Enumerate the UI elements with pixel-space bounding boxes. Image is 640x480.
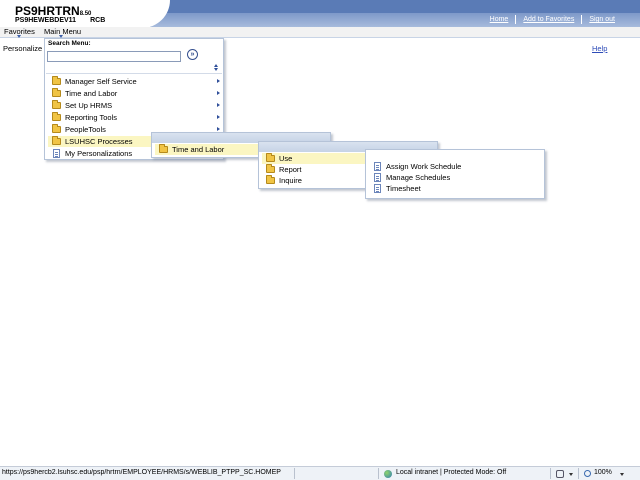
document-icon: [374, 173, 381, 182]
folder-icon: [52, 124, 61, 133]
search-menu-label: Search Menu:: [48, 40, 91, 47]
header-links: Home Add to Favorites Sign out: [483, 15, 622, 24]
chevron-down-icon[interactable]: [569, 473, 573, 476]
header-band: [128, 0, 640, 13]
menu-bar: Favorites Main Menu: [0, 27, 640, 38]
home-link[interactable]: Home: [483, 15, 516, 24]
menu-item-label: Use: [279, 154, 293, 163]
database-name: PS9HEWEBDEV11: [15, 17, 77, 24]
menu-item-my-personalizations[interactable]: My Personalizations: [48, 148, 152, 159]
document-icon: [53, 149, 60, 158]
menu-item-label: Time and Labor: [65, 89, 118, 98]
menu-item-timesheet[interactable]: Timesheet: [369, 183, 539, 194]
menu-item-lsuhsc-time-and-labor[interactable]: Time and Labor: [155, 144, 259, 155]
submenu-arrow-icon: [217, 91, 220, 95]
menu-item-label: Reporting Tools: [65, 113, 117, 122]
add-to-favorites-link[interactable]: Add to Favorites: [515, 15, 581, 24]
status-divider: [550, 468, 551, 479]
browser-window: PS9HRTRN8.50 PS9HEWEBDEV11 RCB Home Add t…: [0, 0, 640, 480]
menu-item-label: Timesheet: [386, 184, 421, 193]
menu-item-time-and-labor[interactable]: Time and Labor: [48, 88, 220, 99]
menu-item-set-up-hrms[interactable]: Set Up HRMS: [48, 100, 220, 111]
environment-info: PS9HEWEBDEV11 RCB: [15, 17, 105, 24]
submenu-arrow-icon: [217, 79, 220, 83]
submenu-arrow-icon: [217, 127, 220, 131]
submenu-arrow-icon: [217, 115, 220, 119]
menu-item-label: Time and Labor: [172, 145, 225, 154]
menu-item-label: Manage Schedules: [386, 173, 451, 182]
search-divider: [46, 73, 222, 74]
zoom-icon[interactable]: [584, 470, 591, 477]
globe-icon: [384, 470, 392, 478]
sign-out-link[interactable]: Sign out: [581, 15, 622, 24]
sort-menu-icon[interactable]: [214, 64, 219, 72]
menu-item-use[interactable]: Use: [262, 153, 366, 164]
menu-item-lsuhsc-processes[interactable]: LSUHSC Processes: [48, 136, 152, 147]
status-divider: [578, 468, 579, 479]
folder-icon: [159, 144, 168, 153]
menu-item-label: My Personalizations: [65, 149, 133, 158]
page-title: Personalize: [3, 44, 43, 53]
folder-icon: [52, 100, 61, 109]
menu-item-label: Set Up HRMS: [65, 101, 113, 110]
document-icon: [374, 162, 381, 171]
use-submenu: Assign Work Schedule Manage Schedules Ti…: [365, 149, 545, 199]
submenu-arrow-icon: [217, 103, 220, 107]
zoom-chevron-down-icon[interactable]: [620, 473, 624, 476]
menu-item-label: Manager Self Service: [65, 77, 137, 86]
folder-icon: [52, 112, 61, 121]
folder-icon: [266, 175, 275, 184]
menu-item-label: Report: [279, 165, 302, 174]
menu-item-report[interactable]: Report: [262, 164, 366, 175]
status-divider: [294, 468, 295, 479]
folder-icon: [266, 153, 275, 162]
user-id: RCB: [90, 17, 106, 24]
help-link[interactable]: Help: [592, 44, 607, 53]
security-zone: Local intranet | Protected Mode: Off: [396, 469, 507, 476]
app-title: PS9HRTRN8.50: [15, 4, 91, 18]
menu-item-manager-self-service[interactable]: Manager Self Service: [48, 76, 220, 87]
menu-item-label: Inquire: [279, 176, 302, 185]
settings-icon[interactable]: [556, 470, 564, 478]
document-icon: [374, 184, 381, 193]
search-go-icon[interactable]: »: [187, 49, 198, 60]
menu-item-label: Assign Work Schedule: [386, 162, 462, 171]
app-title-text: PS9HRTRN: [15, 4, 80, 18]
menu-item-manage-schedules[interactable]: Manage Schedules: [369, 172, 539, 183]
folder-icon: [52, 88, 61, 97]
favorites-chevron-down-icon[interactable]: [17, 35, 21, 38]
menu-item-inquire[interactable]: Inquire: [262, 175, 366, 186]
folder-icon: [52, 76, 61, 85]
zoom-level[interactable]: 100%: [594, 469, 612, 476]
search-menu-input[interactable]: [47, 51, 181, 62]
folder-icon: [266, 164, 275, 173]
status-divider: [378, 468, 379, 479]
menu-item-reporting-tools[interactable]: Reporting Tools: [48, 112, 220, 123]
folder-icon: [52, 136, 61, 145]
page-header: PS9HRTRN8.50 PS9HEWEBDEV11 RCB Home Add t…: [0, 0, 640, 28]
browser-status-bar: https://ps9hercb2.lsuhsc.edu/psp/hrtrn/E…: [0, 466, 640, 480]
menu-item-assign-work-schedule[interactable]: Assign Work Schedule: [369, 161, 539, 172]
menu-item-label: PeopleTools: [65, 125, 106, 134]
menu-item-label: LSUHSC Processes: [65, 137, 133, 146]
status-url: https://ps9hercb2.lsuhsc.edu/psp/hrtrn/E…: [2, 469, 281, 476]
